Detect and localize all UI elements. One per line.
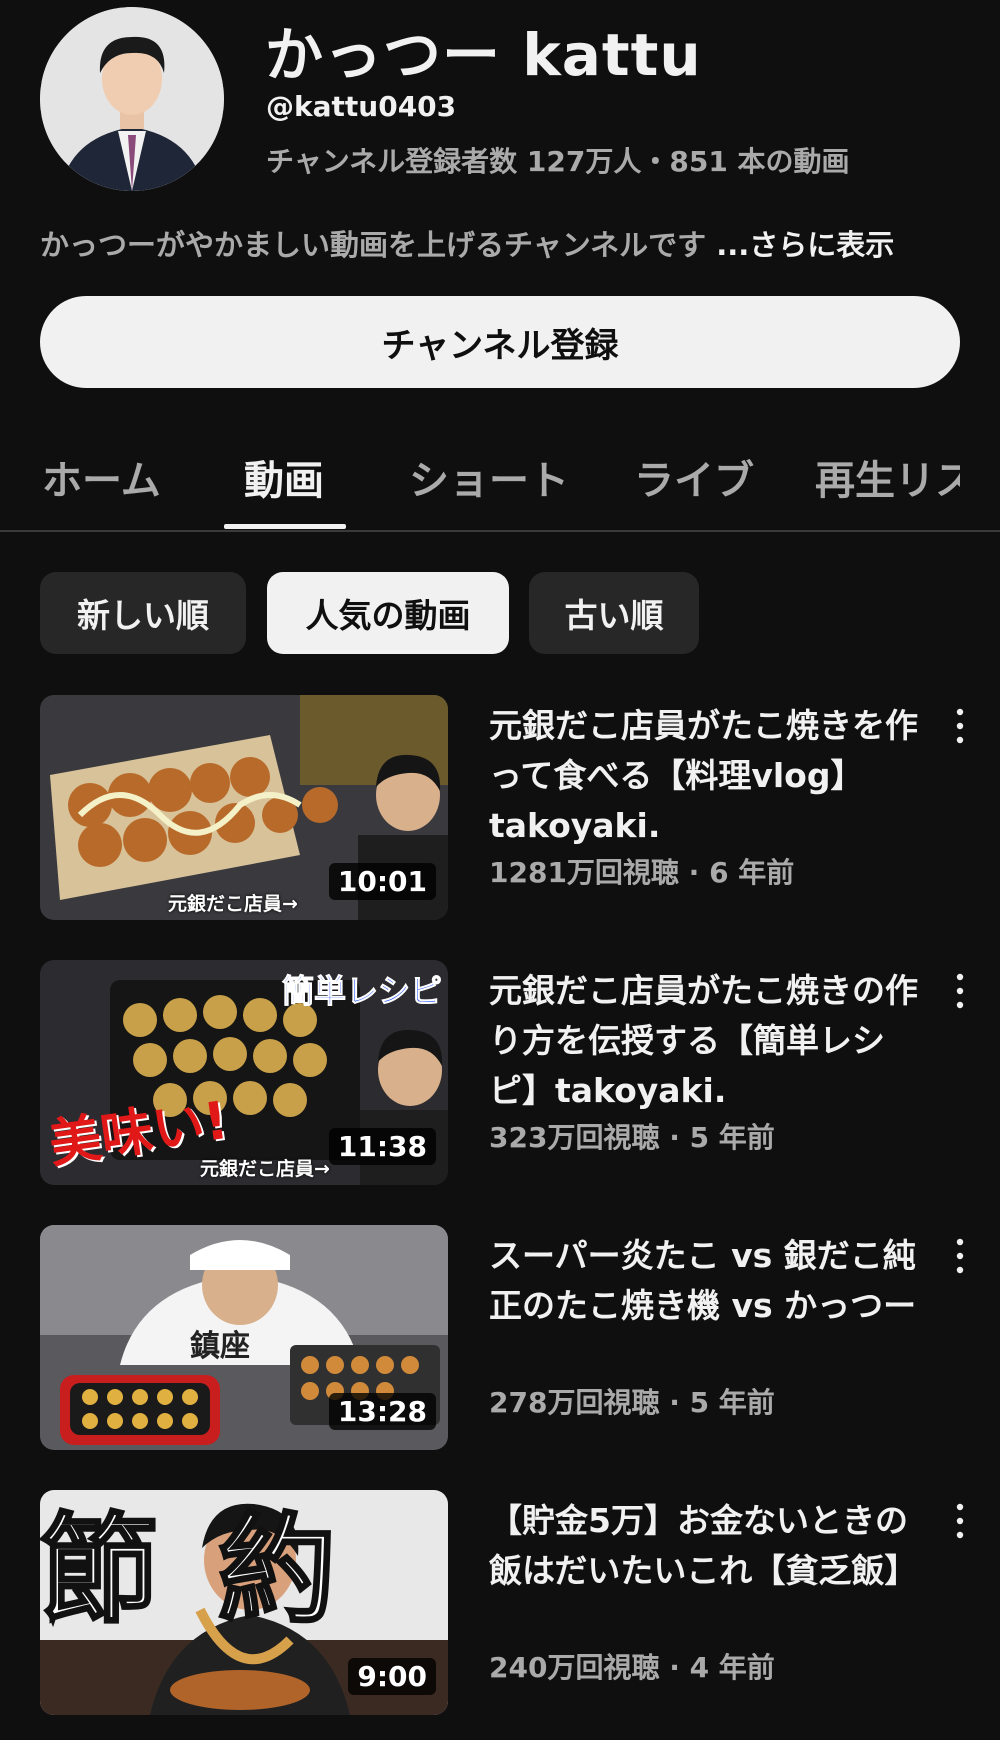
video-duration: 9:00 — [348, 1658, 436, 1695]
video-item[interactable]: 元銀だこ店員→ 10:01 元銀だこ店員がたこ焼きを作って食べる【料理vlog】… — [40, 695, 1000, 920]
show-more-link[interactable]: ...さらに表示 — [716, 228, 894, 262]
video-duration: 10:01 — [328, 863, 436, 900]
video-thumbnail[interactable]: 元銀だこ店員→ 10:01 — [40, 695, 448, 920]
channel-tabs: ホーム 動画 ショート ライブ 再生リス — [0, 420, 1000, 532]
video-duration: 11:38 — [328, 1128, 436, 1165]
channel-stats: チャンネル登録者数 127万人・851 本の動画 — [266, 145, 850, 178]
chip-newest[interactable]: 新しい順 — [40, 572, 246, 654]
more-vert-icon[interactable] — [942, 701, 978, 751]
video-thumbnail[interactable]: 節約 9:00 — [40, 1490, 448, 1715]
video-title[interactable]: スーパー炎たこ vs 銀だこ純正のたこ焼き機 vs かっつー — [489, 1231, 929, 1331]
chip-popular[interactable]: 人気の動画 — [267, 572, 509, 654]
thumbnail-caption: 元銀だこ店員→ — [168, 893, 298, 915]
video-meta: 323万回視聴 · 5 年前 — [489, 1121, 775, 1154]
channel-name: かっつー kattu — [265, 21, 702, 89]
thumbnail-big-text: 節約 — [40, 1500, 397, 1641]
channel-avatar[interactable] — [40, 7, 224, 191]
channel-handle: @kattu0403 — [266, 90, 457, 123]
video-item[interactable]: 節約 9:00 【貯金5万】お金ないときの飯はだいたいこれ【貧乏飯】 240万回… — [40, 1490, 1000, 1715]
subscribe-button[interactable]: チャンネル登録 — [40, 296, 960, 388]
tab-live[interactable]: ライブ — [634, 448, 754, 506]
thumbnail-shirt-text: 鎮座 — [190, 1329, 250, 1364]
video-meta: 1281万回視聴 · 6 年前 — [489, 856, 795, 889]
channel-header: かっつー kattu @kattu0403 チャンネル登録者数 127万人・85… — [0, 0, 1000, 295]
video-title[interactable]: 元銀だこ店員がたこ焼きを作って食べる【料理vlog】takoyaki. — [489, 701, 929, 851]
video-item[interactable]: 簡単レシピ 美味い! 元銀だこ店員→ 11:38 元銀だこ店員がたこ焼きの作り方… — [40, 960, 1000, 1185]
video-title[interactable]: 元銀だこ店員がたこ焼きの作り方を伝授する【簡単レシピ】takoyaki. — [489, 966, 929, 1116]
tab-home[interactable]: ホーム — [42, 448, 161, 506]
thumbnail-banner: 簡単レシピ — [281, 972, 442, 1011]
video-thumbnail[interactable]: 鎮座 13:28 — [40, 1225, 448, 1450]
video-title[interactable]: 【貯金5万】お金ないときの飯はだいたいこれ【貧乏飯】 — [489, 1496, 929, 1596]
avatar-image — [40, 7, 224, 191]
more-vert-icon[interactable] — [942, 1231, 978, 1281]
channel-description[interactable]: かっつーがやかましい動画を上げるチャンネルです ...さらに表示 — [40, 222, 894, 264]
video-item[interactable]: 鎮座 13:28 スーパー炎たこ vs 銀だこ純正のたこ焼き機 vs かっつー … — [40, 1225, 1000, 1450]
thumbnail-caption: 元銀だこ店員→ — [200, 1158, 330, 1180]
video-thumbnail[interactable]: 簡単レシピ 美味い! 元銀だこ店員→ 11:38 — [40, 960, 448, 1185]
chip-oldest[interactable]: 古い順 — [529, 572, 699, 654]
video-meta: 278万回視聴 · 5 年前 — [489, 1386, 775, 1419]
tab-videos[interactable]: 動画 — [244, 448, 324, 506]
more-vert-icon[interactable] — [942, 966, 978, 1016]
tab-playlists[interactable]: 再生リス — [815, 448, 960, 506]
video-duration: 13:28 — [328, 1393, 436, 1430]
active-tab-indicator — [224, 524, 346, 529]
description-text: かっつーがやかましい動画を上げるチャンネルです — [40, 228, 717, 262]
video-meta: 240万回視聴 · 4 年前 — [489, 1651, 775, 1684]
tab-shorts[interactable]: ショート — [409, 448, 569, 506]
more-vert-icon[interactable] — [942, 1496, 978, 1546]
